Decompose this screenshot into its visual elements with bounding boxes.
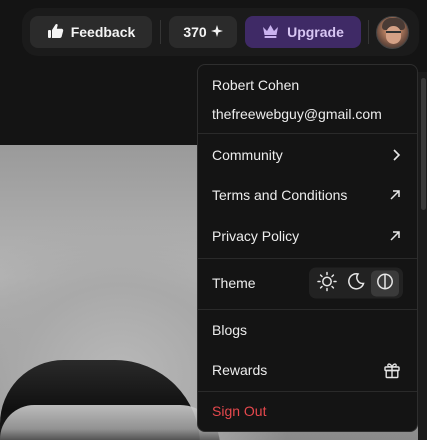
scrollbar-thumb[interactable] bbox=[421, 78, 426, 210]
rewards-label: Rewards bbox=[212, 362, 268, 378]
sign-out-label: Sign Out bbox=[212, 403, 267, 419]
menu-item-terms[interactable]: Terms and Conditions bbox=[198, 175, 417, 215]
external-arrow-icon bbox=[389, 230, 401, 242]
theme-dark-option[interactable] bbox=[342, 270, 370, 296]
chevron-right-icon bbox=[391, 149, 401, 161]
sun-icon bbox=[316, 271, 337, 295]
toolbar-divider bbox=[368, 20, 369, 44]
menu-item-blogs[interactable]: Blogs bbox=[198, 310, 417, 350]
upgrade-button[interactable]: Upgrade bbox=[245, 16, 361, 48]
community-label: Community bbox=[212, 147, 283, 163]
user-menu: Robert Cohen thefreewebguy@gmail.com Com… bbox=[197, 64, 418, 432]
menu-item-rewards[interactable]: Rewards bbox=[198, 350, 417, 390]
upgrade-label: Upgrade bbox=[287, 24, 344, 40]
sparkle-icon bbox=[210, 24, 223, 40]
user-avatar[interactable] bbox=[376, 16, 409, 49]
credits-count: 370 bbox=[183, 24, 207, 40]
credits-button[interactable]: 370 bbox=[169, 16, 237, 48]
menu-item-sign-out[interactable]: Sign Out bbox=[198, 391, 417, 431]
user-email: thefreewebguy@gmail.com bbox=[212, 106, 382, 122]
theme-system-option[interactable] bbox=[371, 270, 400, 296]
terms-label: Terms and Conditions bbox=[212, 187, 348, 203]
contrast-icon bbox=[376, 273, 394, 294]
feedback-label: Feedback bbox=[70, 24, 136, 40]
crown-icon bbox=[262, 24, 279, 41]
external-arrow-icon bbox=[389, 189, 401, 201]
gift-icon bbox=[383, 361, 401, 379]
theme-switch bbox=[309, 267, 403, 299]
thumbs-up-icon bbox=[47, 23, 64, 42]
menu-divider bbox=[198, 258, 417, 259]
theme-label: Theme bbox=[212, 275, 256, 291]
feedback-button[interactable]: Feedback bbox=[30, 16, 152, 48]
photo-light-band bbox=[0, 405, 220, 440]
blogs-label: Blogs bbox=[212, 322, 248, 338]
toolbar-divider bbox=[160, 20, 161, 44]
moon-icon bbox=[347, 273, 365, 294]
menu-item-privacy[interactable]: Privacy Policy bbox=[198, 216, 417, 256]
theme-light-option[interactable] bbox=[313, 270, 341, 296]
menu-divider bbox=[198, 133, 417, 134]
privacy-label: Privacy Policy bbox=[212, 228, 300, 244]
menu-item-community[interactable]: Community bbox=[198, 135, 417, 175]
menu-item-theme: Theme bbox=[198, 263, 417, 303]
